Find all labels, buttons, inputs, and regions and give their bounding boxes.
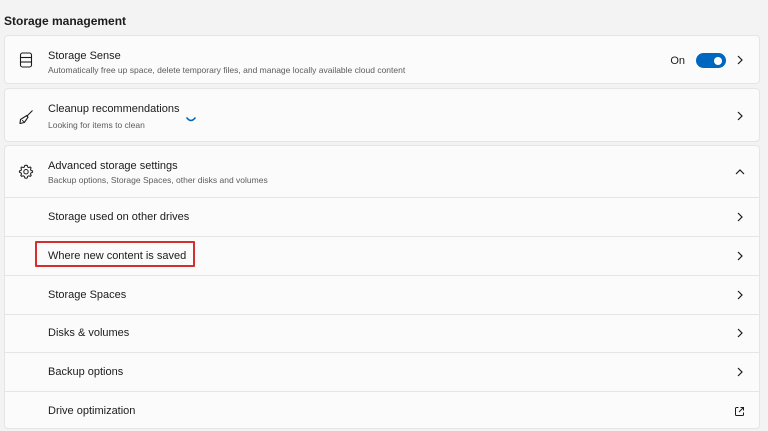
chevron-right-icon xyxy=(735,289,745,301)
row-label: Disks & volumes xyxy=(48,327,130,339)
row-label: Drive optimization xyxy=(48,405,136,417)
advanced-storage-header[interactable]: Advanced storage settings Backup options… xyxy=(5,146,759,197)
row-label: Storage used on other drives xyxy=(48,211,190,223)
highlight-annotation xyxy=(35,241,195,267)
advanced-storage-subtitle: Backup options, Storage Spaces, other di… xyxy=(48,175,268,185)
row-backup-options[interactable]: Backup options xyxy=(5,353,759,391)
toggle-knob xyxy=(714,56,722,65)
advanced-storage-group: Advanced storage settings Backup options… xyxy=(4,145,760,429)
cleanup-subtitle: Looking for items to clean xyxy=(48,120,145,130)
storage-sense-toggle[interactable] xyxy=(696,53,726,68)
section-title: Storage management xyxy=(4,14,127,28)
row-storage-spaces[interactable]: Storage Spaces xyxy=(5,276,759,314)
row-storage-other-drives[interactable]: Storage used on other drives xyxy=(5,198,759,236)
external-link-icon xyxy=(733,405,745,417)
cleanup-title: Cleanup recommendations xyxy=(48,103,180,115)
loading-spinner-icon xyxy=(186,110,196,122)
row-drive-optimization[interactable]: Drive optimization xyxy=(5,392,759,430)
storage-sense-title: Storage Sense xyxy=(48,50,121,62)
chevron-right-icon xyxy=(735,211,745,223)
chevron-right-icon[interactable] xyxy=(735,54,745,66)
storage-sense-card[interactable]: Storage Sense Automatically free up spac… xyxy=(4,35,760,84)
gear-icon xyxy=(17,163,35,181)
row-label: Storage Spaces xyxy=(48,289,127,301)
settings-page: Storage management Storage Sense Automat… xyxy=(0,0,768,431)
chevron-right-icon xyxy=(735,250,745,262)
chevron-up-icon[interactable] xyxy=(735,166,745,178)
storage-drive-icon xyxy=(17,51,35,69)
chevron-right-icon xyxy=(735,366,745,378)
advanced-storage-title: Advanced storage settings xyxy=(48,160,178,172)
row-label: Backup options xyxy=(48,366,124,378)
storage-sense-subtitle: Automatically free up space, delete temp… xyxy=(48,65,406,75)
chevron-right-icon[interactable] xyxy=(735,110,745,122)
toggle-state-label: On xyxy=(670,55,685,67)
row-disks-volumes[interactable]: Disks & volumes xyxy=(5,314,759,352)
cleanup-recommendations-card[interactable]: Cleanup recommendations Looking for item… xyxy=(4,88,760,142)
chevron-right-icon xyxy=(735,327,745,339)
broom-icon xyxy=(17,108,35,126)
